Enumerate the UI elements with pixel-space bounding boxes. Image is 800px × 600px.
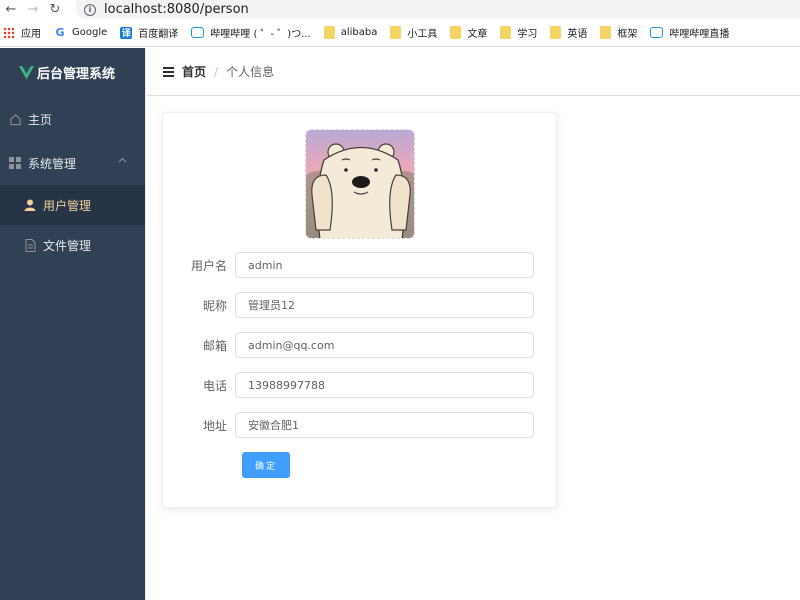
bear-avatar-icon <box>306 130 414 238</box>
bookmark-label: 学习 <box>517 29 538 40</box>
bookmark-label: 哔哩哔哩 ( ゜- ゜)つ... <box>210 29 311 40</box>
phone-input[interactable]: 13988997788 <box>235 372 534 398</box>
phone-label: 电话 <box>202 378 227 393</box>
bookmarks-bar: 应用 G Google 译 百度翻译 哔哩哔哩 ( ゜- ゜)つ... alib… <box>0 19 800 47</box>
bookmark-alibaba[interactable]: alibaba <box>323 26 378 39</box>
bookmark-study[interactable]: 学习 <box>500 25 537 40</box>
bookmark-label: 应用 <box>21 29 41 40</box>
bookmark-label: 英语 <box>567 29 588 40</box>
email-label: 邮箱 <box>202 338 227 353</box>
address-label: 地址 <box>202 418 227 433</box>
sidebar-item-files[interactable]: 文件管理 <box>0 225 145 265</box>
sidebar-item-label: 文件管理 <box>43 238 92 253</box>
bookmark-bilibili[interactable]: 哔哩哔哩 ( ゜- ゜)つ... <box>191 25 311 40</box>
form-row-email: 邮箱 admin@qq.com <box>163 332 558 358</box>
bookmark-english[interactable]: 英语 <box>550 25 587 40</box>
grid-icon <box>8 156 22 170</box>
browser-toolbar: ← → ↻ i localhost:8080/person <box>0 0 800 19</box>
form-row-nickname: 昵称 管理员12 <box>163 292 558 318</box>
breadcrumb-current: 个人信息 <box>226 65 275 79</box>
folder-icon <box>500 26 512 39</box>
sidebar-item-label: 用户管理 <box>43 198 92 213</box>
system-submenu: 用户管理 文件管理 <box>0 185 145 265</box>
vue-logo-icon <box>19 65 34 79</box>
form-row-address: 地址 安徽合肥1 <box>163 412 558 438</box>
address-bar[interactable]: i localhost:8080/person <box>76 0 800 19</box>
bookmark-label: alibaba <box>340 27 378 38</box>
username-label: 用户名 <box>190 258 227 273</box>
bookmark-label: 文章 <box>467 29 488 40</box>
bookmark-label: 框架 <box>617 29 638 40</box>
bookmark-label: Google <box>72 27 108 38</box>
menu-toggle-icon[interactable] <box>163 65 174 79</box>
bookmark-frameworks[interactable]: 框架 <box>600 25 637 40</box>
form-row-phone: 电话 13988997788 <box>163 372 558 398</box>
forward-arrow-icon[interactable]: → <box>22 0 44 19</box>
bilibili-icon <box>650 27 664 38</box>
back-arrow-icon[interactable]: ← <box>0 0 22 19</box>
folder-icon <box>450 26 462 39</box>
bookmark-tools[interactable]: 小工具 <box>390 25 437 40</box>
nickname-label: 昵称 <box>202 298 227 313</box>
bookmark-apps[interactable]: 应用 <box>3 25 41 40</box>
bookmark-label: 小工具 <box>407 29 438 40</box>
apps-icon <box>3 26 15 39</box>
top-header: 首页 / 个人信息 <box>147 48 800 96</box>
folder-icon <box>390 26 402 39</box>
profile-card: 用户名 admin 昵称 管理员12 邮箱 admin@qq.com 电话 13… <box>162 112 557 508</box>
breadcrumb-home[interactable]: 首页 <box>182 63 206 80</box>
chevron-up-icon <box>118 156 127 166</box>
user-icon <box>23 198 37 212</box>
google-icon: G <box>55 26 65 39</box>
folder-icon <box>550 26 562 39</box>
email-input[interactable]: admin@qq.com <box>235 332 534 358</box>
bilibili-icon <box>191 27 205 38</box>
form-row-username: 用户名 admin <box>163 252 558 278</box>
app-logo[interactable]: 后台管理系统 <box>0 48 145 97</box>
info-icon[interactable]: i <box>84 3 96 16</box>
sidebar: 后台管理系统 主页 系统管理 用户管理 文件管理 <box>0 48 146 600</box>
bookmark-articles[interactable]: 文章 <box>450 25 487 40</box>
translate-icon: 译 <box>120 26 133 39</box>
document-icon <box>23 238 37 252</box>
bookmark-label: 百度翻译 <box>138 29 179 40</box>
avatar-upload[interactable] <box>305 129 415 239</box>
reload-icon[interactable]: ↻ <box>44 0 66 19</box>
nickname-input[interactable]: 管理员12 <box>235 292 534 318</box>
house-icon <box>8 112 22 126</box>
bookmark-bilibili-live[interactable]: 哔哩哔哩直播 <box>650 25 729 40</box>
url-text: localhost:8080/person <box>104 2 249 17</box>
folder-icon <box>600 26 612 39</box>
bookmark-google[interactable]: G Google <box>54 26 108 39</box>
sidebar-item-home[interactable]: 主页 <box>0 97 145 141</box>
address-input[interactable]: 安徽合肥1 <box>235 412 534 438</box>
folder-icon <box>323 26 335 39</box>
confirm-button[interactable]: 确定 <box>242 452 290 478</box>
sidebar-item-label: 系统管理 <box>28 156 77 171</box>
sidebar-item-system[interactable]: 系统管理 <box>0 141 145 185</box>
sidebar-item-label: 主页 <box>28 112 53 127</box>
app-title: 后台管理系统 <box>37 67 116 82</box>
sidebar-item-users[interactable]: 用户管理 <box>0 185 145 225</box>
bookmark-label: 哔哩哔哩直播 <box>669 29 730 40</box>
bookmark-baidu-translate[interactable]: 译 百度翻译 <box>120 25 178 40</box>
username-input[interactable]: admin <box>235 252 534 278</box>
breadcrumb-separator: / <box>214 64 219 79</box>
